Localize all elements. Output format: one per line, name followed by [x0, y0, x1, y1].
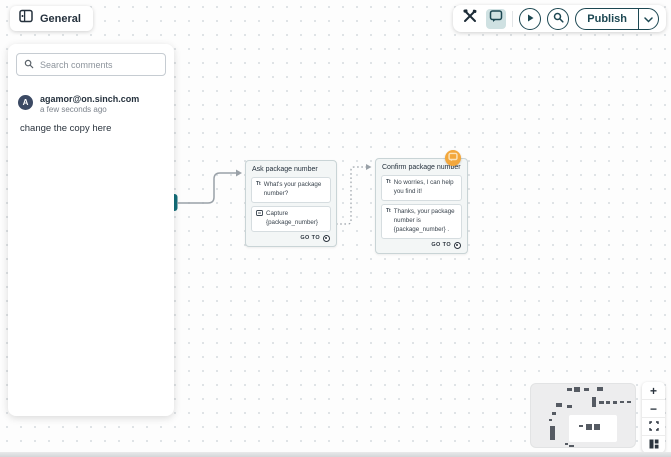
minimap-node	[567, 405, 572, 408]
toggle-minimap-button[interactable]	[642, 436, 665, 453]
flow-panel-icon	[19, 9, 33, 28]
publish-dropdown-button[interactable]	[638, 9, 658, 29]
test-bot-button[interactable]	[519, 8, 541, 30]
search-comments-box[interactable]	[16, 53, 166, 76]
tab-general-label: General	[40, 13, 81, 25]
comments-toggle-button[interactable]	[486, 9, 506, 29]
zoom-in-button[interactable]: +	[642, 382, 665, 400]
minimap-node	[552, 412, 556, 415]
flow-node-confirm-package-number[interactable]: Confirm package number Tt No worries, I …	[375, 158, 468, 254]
comment-bubble-icon	[489, 9, 503, 28]
node-title: Ask package number	[252, 166, 330, 173]
minimap-node	[549, 419, 552, 421]
fit-view-icon	[649, 420, 659, 434]
minimap-node	[579, 425, 583, 427]
minimap-node	[627, 401, 631, 403]
message-text: No worries, I can help you find it!	[394, 179, 457, 197]
goto-target-icon[interactable]	[323, 235, 330, 242]
comment-bubble-icon	[448, 149, 458, 167]
capture-input-icon	[256, 210, 263, 219]
tab-general[interactable]: General	[10, 6, 93, 31]
message-text: What's your package number?	[264, 181, 326, 199]
text-message-card[interactable]: Tt Thanks, your package number is {packa…	[381, 204, 462, 239]
crossed-tools-icon	[462, 8, 478, 29]
text-message-icon: Tt	[386, 179, 391, 186]
fit-view-button[interactable]	[642, 418, 665, 436]
comments-panel: A agamor@on.sinch.com a few seconds ago …	[8, 44, 174, 416]
comment-text: change the copy here	[20, 123, 164, 134]
capture-input-card[interactable]: Capture {package_number}	[251, 206, 331, 232]
minimap-viewport[interactable]	[569, 415, 617, 442]
dashed-edge	[336, 167, 366, 224]
minimap-node	[606, 401, 610, 404]
zoom-out-button[interactable]: −	[642, 400, 665, 418]
comment-item[interactable]: A agamor@on.sinch.com a few seconds ago …	[8, 88, 174, 140]
solid-edge	[177, 173, 236, 203]
dashed-edge-arrow	[366, 164, 372, 170]
comment-timestamp: a few seconds ago	[40, 105, 139, 115]
goto-target-icon[interactable]	[454, 242, 461, 249]
minimap-node	[584, 388, 589, 391]
text-message-icon: Tt	[256, 181, 261, 188]
text-message-card[interactable]: Tt What's your package number?	[251, 177, 331, 203]
publish-button-group: Publish	[575, 8, 659, 30]
solid-edge-arrow	[236, 170, 242, 177]
window-bottom-edge	[0, 452, 671, 457]
minimap-node	[556, 403, 562, 407]
build-tools-button[interactable]	[460, 9, 480, 29]
minimap-node	[599, 401, 604, 404]
top-toolbar: Publish	[453, 5, 666, 32]
minimap-node	[597, 387, 603, 391]
text-message-card[interactable]: Tt No worries, I can help you find it!	[381, 175, 462, 201]
minimap-node	[567, 388, 572, 391]
goto-label: GO TO	[300, 235, 320, 241]
minimap-node	[613, 401, 617, 404]
publish-button[interactable]: Publish	[576, 9, 638, 29]
minimap-node	[586, 424, 592, 430]
play-icon	[525, 10, 535, 28]
goto-label: GO TO	[431, 242, 451, 248]
search-comments-input[interactable]	[40, 60, 158, 70]
minimap[interactable]	[530, 383, 636, 448]
node-comment-badge[interactable]	[445, 150, 461, 166]
minimap-node	[565, 443, 568, 445]
minimap-node	[592, 397, 596, 407]
minimap-node	[569, 445, 574, 448]
search-icon	[553, 10, 564, 28]
canvas-controls: + −	[642, 382, 665, 453]
message-text: Thanks, your package number is {package_…	[394, 208, 457, 235]
search-button[interactable]	[547, 8, 569, 30]
minimap-node	[620, 401, 624, 403]
flow-node-ask-package-number[interactable]: Ask package number Tt What's your packag…	[245, 160, 337, 247]
minimap-node	[574, 387, 580, 392]
minimap-node	[550, 426, 555, 440]
capture-text: Capture {package_number}	[266, 210, 326, 228]
chevron-down-icon	[644, 10, 653, 28]
search-icon	[24, 56, 34, 74]
avatar: A	[18, 95, 33, 110]
toolbar-divider	[512, 11, 513, 27]
text-message-icon: Tt	[386, 208, 391, 215]
layout-minimap-icon	[649, 438, 659, 452]
comment-author: agamor@on.sinch.com	[40, 94, 139, 105]
minimap-node	[594, 424, 600, 430]
